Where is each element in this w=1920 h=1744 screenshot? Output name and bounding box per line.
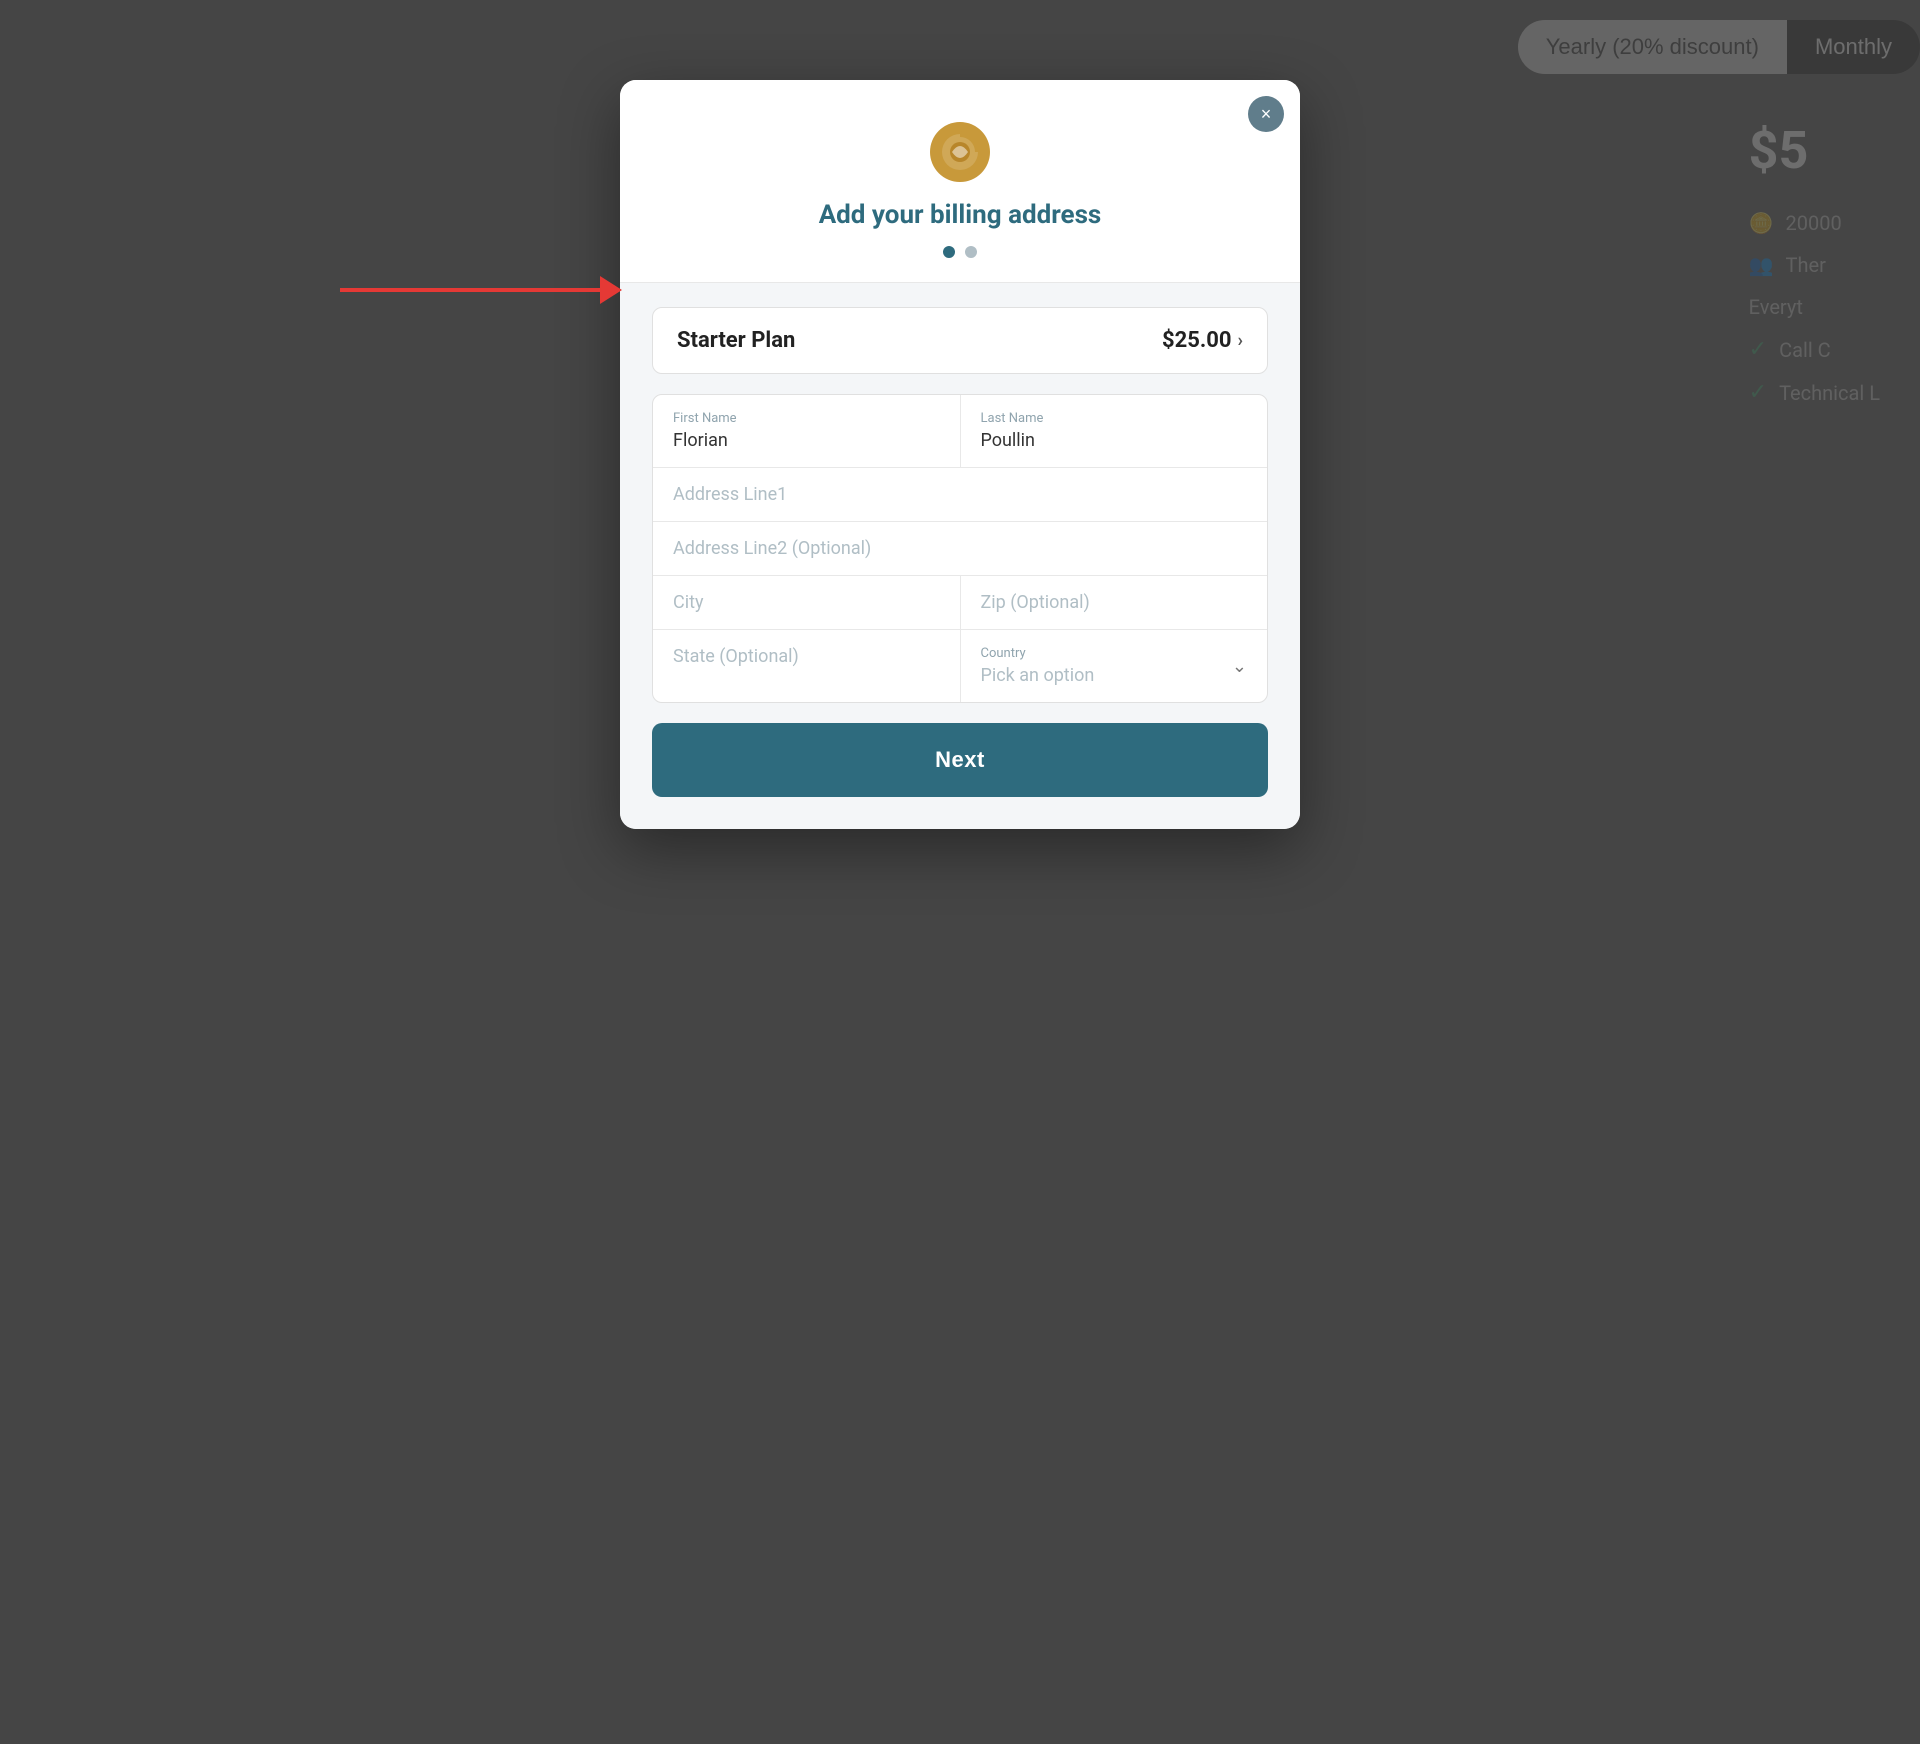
state-placeholder: State (Optional) [673,646,799,667]
plan-name: Starter Plan [677,328,795,353]
zip-field[interactable]: Zip (Optional) [961,576,1268,629]
address2-placeholder: Address Line2 (Optional) [673,538,871,559]
red-arrow [340,276,622,304]
last-name-value: Poullin [981,430,1036,451]
next-button[interactable]: Next [652,723,1268,797]
city-placeholder: City [673,592,704,613]
address2-field[interactable]: Address Line2 (Optional) [653,522,1267,575]
modal-overlay: × Add your billing address [0,0,1920,1744]
state-country-row: State (Optional) Country Pick an option … [653,630,1267,702]
close-icon: × [1261,105,1272,123]
modal-header: Add your billing address [620,80,1300,283]
address1-row: Address Line1 [653,468,1267,522]
first-name-label: First Name [673,411,940,426]
city-field[interactable]: City [653,576,961,629]
address2-row: Address Line2 (Optional) [653,522,1267,576]
modal-body: Starter Plan $25.00 › First Name Florian [620,283,1300,829]
zip-placeholder: Zip (Optional) [981,592,1090,613]
dot-2 [965,246,977,258]
plan-row[interactable]: Starter Plan $25.00 › [652,307,1268,374]
dropdown-arrow-icon: ⌄ [1232,656,1247,677]
last-name-label: Last Name [981,411,1248,426]
billing-modal: × Add your billing address [620,80,1300,829]
state-field[interactable]: State (Optional) [653,630,961,702]
plan-chevron-icon: › [1238,330,1243,351]
first-name-value: Florian [673,430,728,451]
country-placeholder: Pick an option [981,665,1095,686]
billing-form: First Name Florian Last Name Poullin Add… [652,394,1268,703]
app-logo [928,120,992,184]
dot-1 [943,246,955,258]
first-name-field[interactable]: First Name Florian [653,395,961,467]
country-info: Country Pick an option [981,646,1232,686]
close-button[interactable]: × [1248,96,1284,132]
name-row: First Name Florian Last Name Poullin [653,395,1267,468]
city-zip-row: City Zip (Optional) [653,576,1267,630]
modal-title: Add your billing address [660,200,1260,230]
country-label: Country [981,646,1232,661]
last-name-field[interactable]: Last Name Poullin [961,395,1268,467]
plan-price: $25.00 › [1162,328,1243,353]
address1-field[interactable]: Address Line1 [653,468,1267,521]
pagination-dots [660,246,1260,258]
country-field[interactable]: Country Pick an option ⌄ [961,630,1268,702]
address1-placeholder: Address Line1 [673,484,787,505]
